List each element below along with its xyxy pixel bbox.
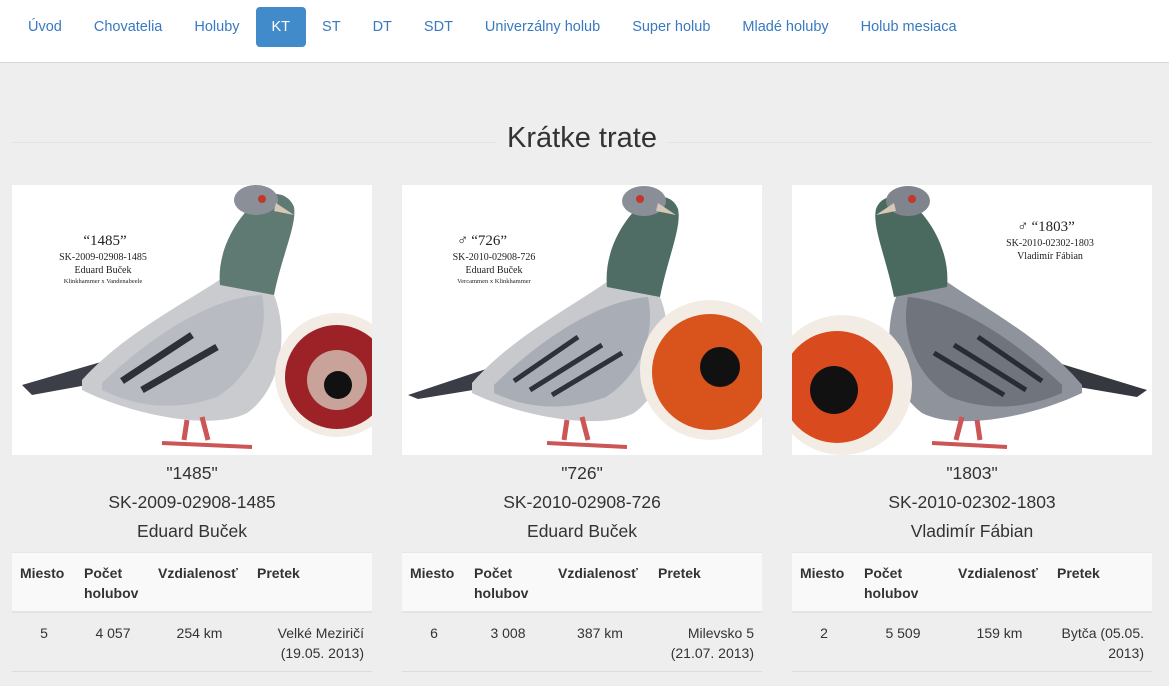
table-row: 2 1 546 277 km Litovel (792, 671, 1152, 686)
pigeon-owner: Eduard Buček (527, 521, 637, 541)
nav-item-super-holub[interactable]: Super holub (616, 7, 726, 47)
cell-race: Nove Mesto nad (249, 671, 372, 686)
pigeon-owner: Vladimír Fábian (910, 521, 1034, 541)
pigeon-ring-number: SK-2009-02908-1485 (108, 492, 276, 512)
page-title: Krátke trate (497, 122, 667, 154)
pigeon-card-1803: ♂ “1803” SK-2010-02302-1803 Vladimír Fábi… (792, 185, 1152, 686)
page-title-section: Krátke trate (12, 118, 1152, 160)
nav-item-chovatelia[interactable]: Chovatelia (78, 7, 179, 47)
caption-lineage: Vercammen x Klinkhammer (457, 278, 531, 285)
table-header-row: Miesto Počet holubov Vzdialenosť Pretek (792, 552, 1152, 613)
header-place: Miesto (792, 552, 856, 613)
table-row: 12 4 597 139 km Nove Mesto nad (12, 671, 372, 686)
cell-place: 12 (12, 671, 76, 686)
cell-race: Milevsko 5 (21.07. 2013) (650, 612, 762, 672)
pigeon-name: "726" (561, 463, 603, 483)
header-place: Miesto (12, 552, 76, 613)
nav-item-dt[interactable]: DT (357, 7, 408, 47)
cell-count: 4 597 (76, 671, 150, 686)
header-race: Pretek (1049, 552, 1152, 613)
cell-race: Bytča (05.05. 2013) (1049, 612, 1152, 672)
header-count: Počet holubov (76, 552, 150, 613)
pigeon-name: "1485" (166, 463, 218, 483)
cell-race: Velké Meziričí (19.05. 2013) (249, 612, 372, 672)
cell-race: Litovel (1049, 671, 1152, 686)
nav-menu: Úvod Chovatelia Holuby KT ST DT SDT Univ… (12, 7, 973, 47)
table-row: 5 4 057 254 km Velké Meziričí (19.05. 20… (12, 612, 372, 672)
pigeon-photo-726[interactable]: ♂ “726” SK-2010-02908-726 Eduard Buček Ve… (402, 185, 762, 455)
header-count: Počet holubov (466, 552, 550, 613)
nav-item-mlade-holuby[interactable]: Mladé holuby (726, 7, 844, 47)
table-header-row: Miesto Počet holubov Vzdialenosť Pretek (12, 552, 372, 613)
page-title-heading: Krátke trate (12, 118, 1152, 158)
cell-count: 5 509 (856, 612, 950, 672)
header-count: Počet holubov (856, 552, 950, 613)
caption-name: “1485” (83, 233, 126, 249)
header-distance: Vzdialenosť (150, 552, 249, 613)
pigeon-name: "1803" (946, 463, 998, 483)
table-row: 14 4 057 254 km Velké Meziričí (402, 671, 762, 686)
header-race: Pretek (650, 552, 762, 613)
nav-item-holuby[interactable]: Holuby (178, 7, 255, 47)
header-distance: Vzdialenosť (950, 552, 1049, 613)
nav-item-sdt[interactable]: SDT (408, 7, 469, 47)
caption-lineage: Klinkhammer x Vandenabeele (64, 278, 143, 285)
caption-name: ♂ “726” (457, 233, 507, 249)
caption-name-text: “726” (471, 233, 507, 249)
nav-item-univerzalny-holub[interactable]: Univerzálny holub (469, 7, 616, 47)
cell-count: 3 008 (466, 612, 550, 672)
nav-item-st[interactable]: ST (306, 7, 357, 47)
header-race: Pretek (249, 552, 372, 613)
caption-name-text: “1803” (1031, 219, 1074, 235)
caption-ring: SK-2009-02908-1485 (59, 252, 147, 263)
cell-place: 6 (402, 612, 466, 672)
caption-owner: Eduard Buček (466, 265, 523, 276)
table-header-row: Miesto Počet holubov Vzdialenosť Pretek (402, 552, 762, 613)
nav-item-uvod[interactable]: Úvod (12, 7, 78, 47)
table-row: 2 5 509 159 km Bytča (05.05. 2013) (792, 612, 1152, 672)
caption-ring: SK-2010-02908-726 (453, 252, 536, 263)
cell-place: 2 (792, 612, 856, 672)
cell-count: 4 057 (466, 671, 550, 686)
cell-place: 5 (12, 612, 76, 672)
pigeon-owner: Eduard Buček (137, 521, 247, 541)
pigeon-ring-number: SK-2010-02302-1803 (888, 492, 1056, 512)
header-distance: Vzdialenosť (550, 552, 650, 613)
pigeon-card-1485: “1485” SK-2009-02908-1485 Eduard Buček K… (12, 185, 372, 686)
results-table: Miesto Počet holubov Vzdialenosť Pretek … (12, 552, 372, 686)
cell-place: 14 (402, 671, 466, 686)
results-table: Miesto Počet holubov Vzdialenosť Pretek … (402, 552, 762, 686)
caption-owner: Eduard Buček (75, 265, 132, 276)
cell-race: Velké Meziričí (650, 671, 762, 686)
results-table: Miesto Počet holubov Vzdialenosť Pretek … (792, 552, 1152, 686)
cell-distance: 139 km (150, 671, 249, 686)
caption-name: ♂ “1803” (1017, 219, 1075, 235)
cell-distance: 159 km (950, 612, 1049, 672)
cell-distance: 277 km (950, 671, 1049, 686)
pigeon-photo-1485[interactable]: “1485” SK-2009-02908-1485 Eduard Buček K… (12, 185, 372, 455)
cell-place: 2 (792, 671, 856, 686)
pigeon-ring-number: SK-2010-02908-726 (503, 492, 661, 512)
cell-distance: 254 km (550, 671, 650, 686)
nav-item-holub-mesiaca[interactable]: Holub mesiaca (845, 7, 973, 47)
pigeon-photo-1803[interactable]: ♂ “1803” SK-2010-02302-1803 Vladimír Fábi… (792, 185, 1152, 455)
male-symbol-icon: ♂ (1017, 219, 1028, 235)
table-row: 6 3 008 387 km Milevsko 5 (21.07. 2013) (402, 612, 762, 672)
cell-distance: 387 km (550, 612, 650, 672)
header-place: Miesto (402, 552, 466, 613)
caption-owner: Vladimír Fábian (1017, 251, 1083, 262)
pigeon-card-726: ♂ “726” SK-2010-02908-726 Eduard Buček Ve… (402, 185, 762, 686)
top-navbar: Úvod Chovatelia Holuby KT ST DT SDT Univ… (0, 0, 1169, 63)
cell-distance: 254 km (150, 612, 249, 672)
cell-count: 1 546 (856, 671, 950, 686)
male-symbol-icon: ♂ (457, 233, 468, 249)
nav-item-kt[interactable]: KT (255, 7, 307, 47)
cell-count: 4 057 (76, 612, 150, 672)
caption-ring: SK-2010-02302-1803 (1006, 238, 1094, 249)
